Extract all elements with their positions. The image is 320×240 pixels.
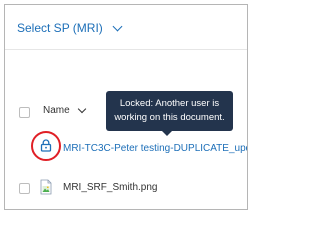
- select-all-checkbox[interactable]: [19, 107, 30, 118]
- file-link-locked[interactable]: MRI-TC3C-Peter testing-DUPLICATE_updated: [63, 143, 247, 154]
- name-column-header[interactable]: Name: [43, 104, 86, 116]
- locked-tooltip: Locked: Another user is working on this …: [106, 91, 233, 136]
- lock-icon[interactable]: [40, 139, 52, 152]
- row-checkbox[interactable]: [19, 183, 30, 194]
- chevron-down-icon: [112, 21, 123, 31]
- select-sp-dropdown[interactable]: Select SP (MRI): [17, 21, 123, 35]
- chevron-down-icon: [77, 104, 86, 114]
- toolbar: Select SP (MRI): [5, 5, 247, 50]
- document-library-panel: Select SP (MRI) Name Locked: Another use…: [4, 4, 248, 210]
- image-file-icon: [40, 179, 52, 195]
- select-sp-label: Select SP (MRI): [17, 21, 103, 35]
- table-row[interactable]: MRI_SRF_Smith.png: [5, 177, 247, 199]
- name-header-label: Name: [43, 105, 70, 116]
- file-name[interactable]: MRI_SRF_Smith.png: [63, 182, 157, 193]
